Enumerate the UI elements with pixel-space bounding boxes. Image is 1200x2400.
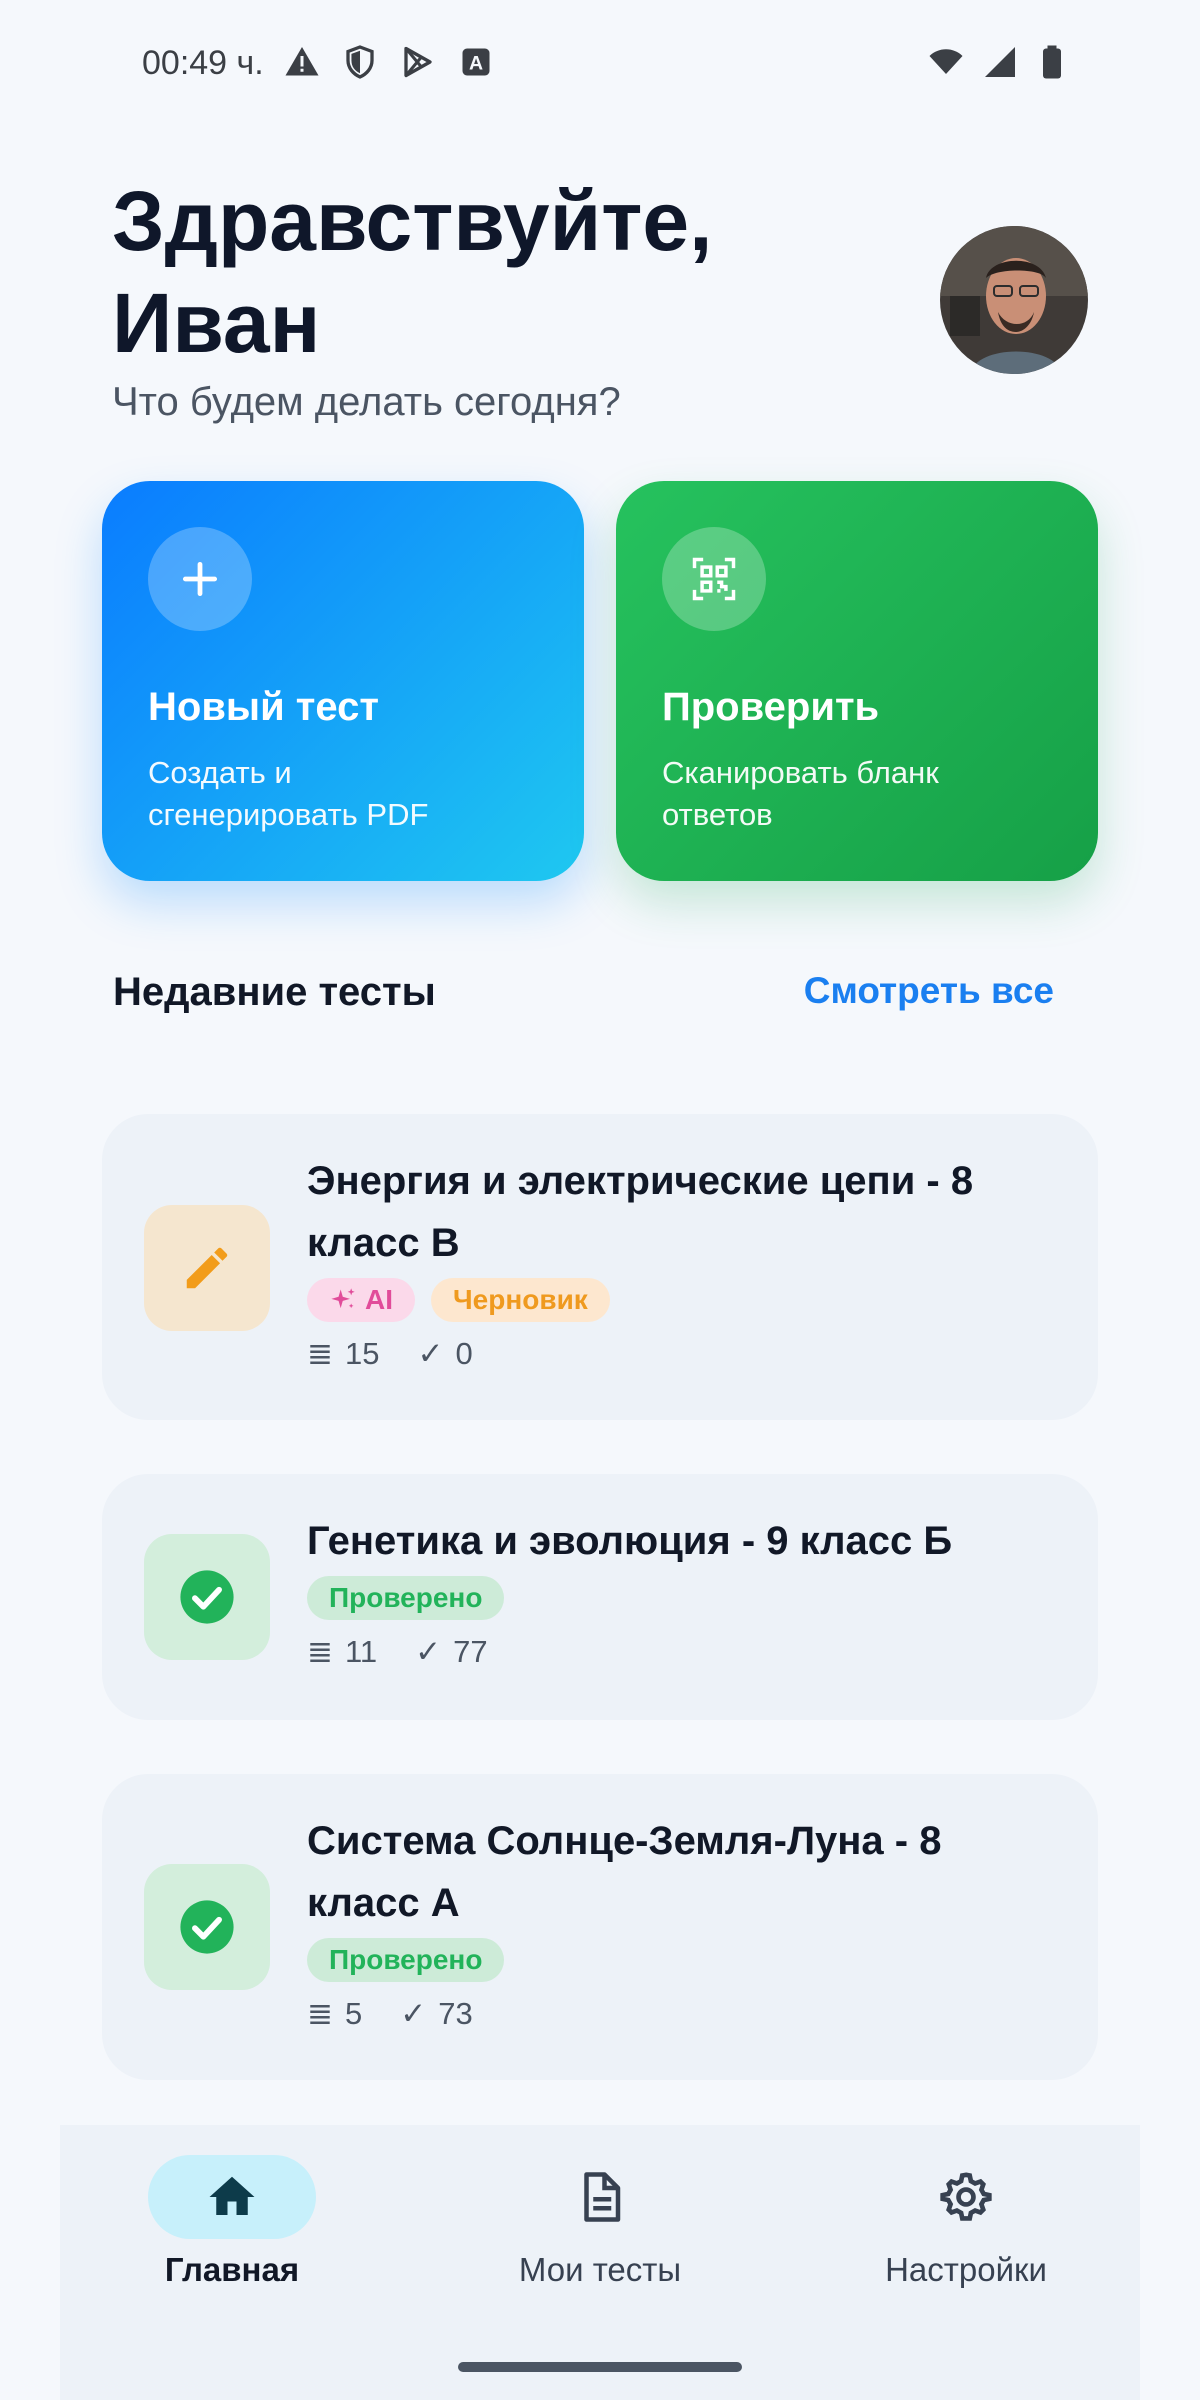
test-card[interactable]: Система Солнце-Земля-Луна - 8 класс А Пр… [102,1774,1098,2080]
checked-count: ✓ 0 [417,1336,472,1372]
status-bar: 00:49 ч. A [0,0,1200,130]
test-meta: ≣ 11 ✓ 77 [307,1634,1058,1670]
qr-scan-icon [692,557,736,601]
nav-item-my-tests[interactable]: Мои тесты [470,2155,730,2289]
document-icon [584,2172,621,2222]
nav-tests-pill [516,2155,684,2239]
test-icon-wrap [144,1864,270,1990]
battery-icon [1043,45,1061,79]
svg-text:A: A [469,53,483,75]
check-circle-icon [180,1900,234,1954]
status-time: 00:49 ч. [142,44,264,82]
signal-icon [985,47,1015,77]
questions-value: 5 [344,1996,363,2031]
checked-value: 77 [453,1634,488,1669]
test-body: Энергия и электрические цепи - 8 класс В… [307,1150,1058,1372]
nav-item-settings[interactable]: Настройки [836,2155,1096,2289]
shield-icon [346,45,374,79]
home-icon [209,2176,255,2215]
recent-tests-title: Недавние тесты [113,970,436,1014]
user-avatar-icon [940,226,1088,374]
check-description: Сканировать бланк ответов [662,755,939,832]
plus-icon [182,561,218,597]
test-icon-wrap [144,1534,270,1660]
test-meta: ≣ 15 ✓ 0 [307,1336,1058,1372]
nav-item-home[interactable]: Главная [102,2155,362,2289]
pencil-icon [186,1247,228,1289]
check-icon: ✓ [415,1634,442,1669]
warning-icon [285,47,319,76]
sparkle-icon [331,1288,355,1309]
check-title: Проверить [662,685,880,729]
test-body: Система Солнце-Земля-Луна - 8 класс А Пр… [307,1810,1058,2032]
test-badges: Проверено [307,1576,1058,1620]
greeting-subtitle: Что будем делать сегодня? [112,380,621,424]
test-card[interactable]: Генетика и эволюция - 9 класс Б Проверен… [102,1474,1098,1720]
see-all-link[interactable]: Смотреть все [804,970,1054,1012]
test-body: Генетика и эволюция - 9 класс Б Проверен… [307,1510,1058,1670]
test-badges: Проверено [307,1938,1058,1982]
status-badge: Проверено [307,1938,505,1982]
check-icon: ✓ [400,1996,427,2031]
test-title: Энергия и электрические цепи - 8 класс В [307,1159,974,1265]
status-badge: Черновик [431,1278,610,1322]
questions-value: 15 [344,1336,380,1371]
questions-count: ≣ 15 [307,1336,379,1372]
test-title: Система Солнце-Земля-Луна - 8 класс А [307,1819,942,1925]
nav-tests-label: Мои тесты [518,2251,682,2288]
questions-count: ≣ 11 [307,1634,377,1670]
avatar[interactable] [940,226,1088,374]
check-icon-wrap [662,527,766,631]
home-indicator [458,2362,742,2372]
test-badges: AI Черновик [307,1278,1058,1322]
checked-value: 0 [455,1336,473,1371]
ai-badge-label: AI [365,1284,393,1315]
test-meta: ≣ 5 ✓ 73 [307,1996,1058,2032]
test-title: Генетика и эволюция - 9 класс Б [307,1519,953,1563]
greeting-title: Здравствуйте, Иван [112,170,712,374]
test-card[interactable]: Энергия и электрические цепи - 8 класс В… [102,1114,1098,1420]
checked-count: ✓ 77 [415,1634,487,1670]
play-store-icon [404,46,432,78]
status-icons-left: A [284,44,494,80]
check-icon: ✓ [417,1336,444,1371]
new-test-title: Новый тест [148,685,379,729]
check-circle-icon [180,1570,234,1624]
status-icons-right [926,44,1070,80]
ai-badge: AI [307,1278,415,1322]
test-icon-wrap [144,1205,270,1331]
nav-home-pill [148,2155,316,2239]
list-icon: ≣ [307,1336,333,1371]
checked-value: 73 [438,1996,473,2031]
font-a-icon: A [462,48,490,76]
status-badge: Проверено [307,1576,505,1620]
checked-count: ✓ 73 [400,1996,472,2032]
list-icon: ≣ [307,1996,333,2031]
new-test-card[interactable]: Новый тест Создать и сгенерировать PDF [102,481,584,881]
wifi-icon [929,49,963,74]
nav-home-label: Главная [164,2251,300,2288]
new-test-description: Создать и сгенерировать PDF [148,755,429,832]
questions-count: ≣ 5 [307,1996,362,2032]
questions-value: 11 [344,1634,378,1669]
nav-settings-label: Настройки [885,2251,1047,2288]
greeting-text: Здравствуйте, Иван [112,174,713,370]
gear-icon [940,2172,992,2221]
nav-settings-pill [882,2155,1050,2239]
list-icon: ≣ [307,1634,333,1669]
bottom-navigation: Главная Мои тесты Настройки [60,2125,1140,2400]
new-test-icon-wrap [148,527,252,631]
check-card[interactable]: Проверить Сканировать бланк ответов [616,481,1098,881]
